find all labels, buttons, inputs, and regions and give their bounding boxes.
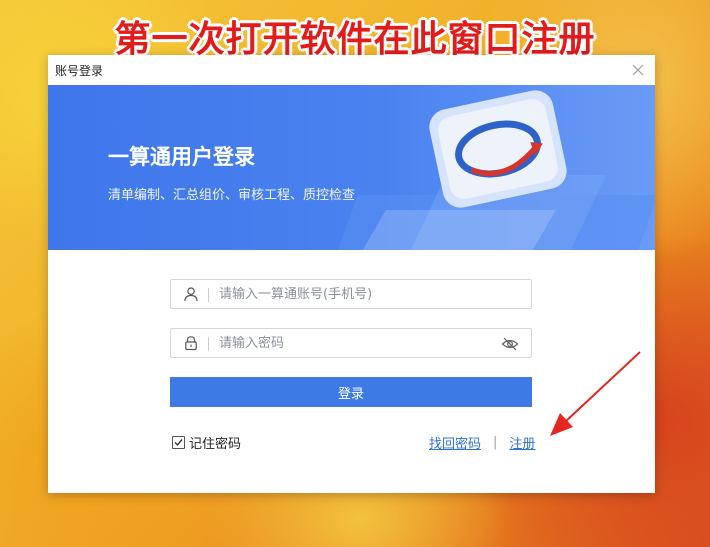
annotation-arrow xyxy=(550,351,641,436)
